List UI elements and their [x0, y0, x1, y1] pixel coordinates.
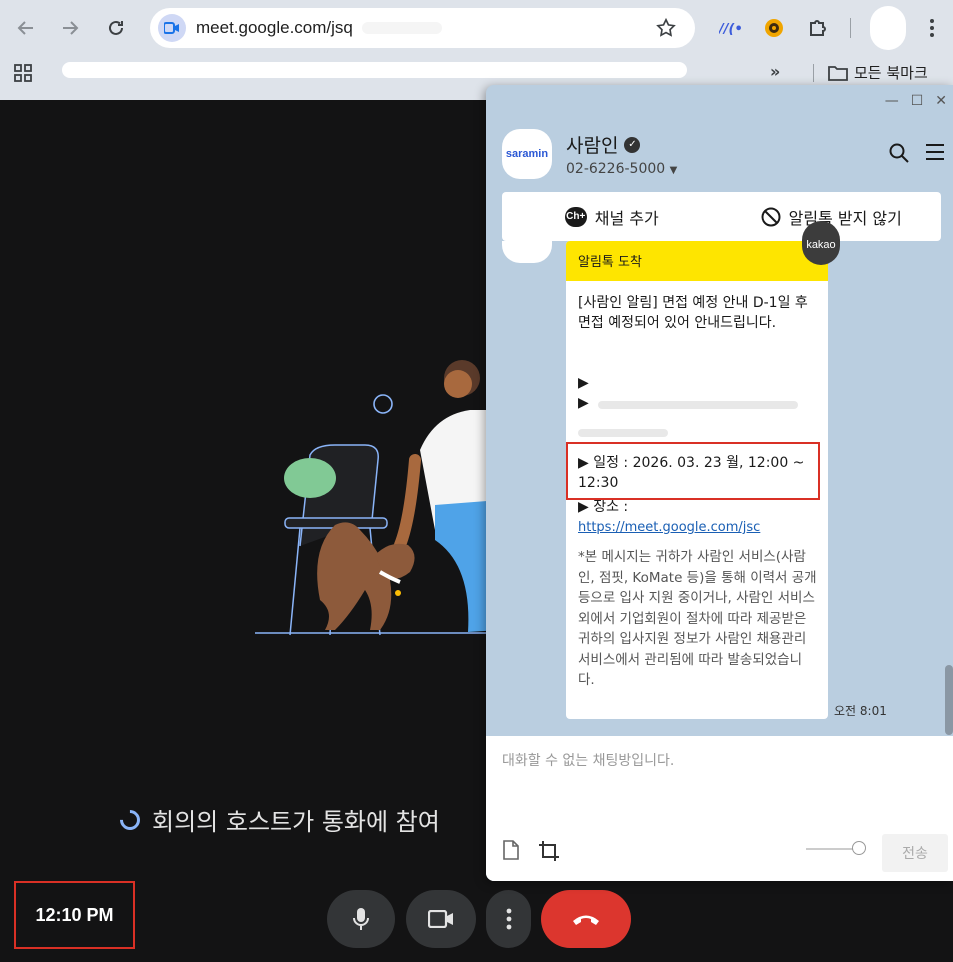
- bookmarks-redaction: [62, 62, 687, 78]
- forward-button[interactable]: [56, 14, 84, 42]
- bookmarks-separator: [813, 64, 814, 82]
- close-icon[interactable]: ✕: [935, 93, 947, 109]
- extension-gear-icon[interactable]: [760, 14, 788, 42]
- file-attach-icon[interactable]: [502, 840, 520, 866]
- toolbar-separator: [850, 18, 851, 38]
- schedule-highlight-box: [566, 442, 820, 500]
- bullet-line-1: ▶: [578, 375, 589, 391]
- loading-spinner-icon: [115, 805, 145, 834]
- waiting-text: 회의의 호스트가 통화에 참여: [152, 808, 440, 836]
- all-bookmarks-label: 모든 북마크: [854, 64, 928, 82]
- kakao-badge: kakao: [802, 221, 840, 265]
- send-button[interactable]: 전송: [882, 834, 948, 872]
- apps-grid-icon[interactable]: [14, 64, 32, 86]
- reload-icon: [109, 20, 123, 35]
- transparency-slider-knob[interactable]: [852, 841, 866, 855]
- back-button[interactable]: [12, 14, 40, 42]
- all-bookmarks-folder[interactable]: 모든 북마크: [828, 62, 928, 83]
- waiting-illustration: [255, 360, 500, 636]
- camera-icon: [428, 910, 453, 928]
- compose-tools: [502, 840, 560, 866]
- reload-button[interactable]: [102, 14, 130, 42]
- add-channel-label: 채널 추가: [594, 208, 659, 228]
- channel-action-bar: Ch+ 채널 추가 알림톡 받지 않기: [502, 192, 941, 241]
- url-redaction: [362, 22, 442, 34]
- meet-link[interactable]: https://meet.google.com/jsc: [578, 520, 760, 535]
- header-actions: [889, 143, 945, 167]
- leave-call-button[interactable]: [541, 890, 631, 948]
- channel-name: 사람인: [566, 135, 619, 157]
- address-bar[interactable]: meet.google.com/jsq: [150, 8, 695, 48]
- chevron-down-icon: ▼: [669, 165, 678, 176]
- microphone-button[interactable]: [327, 890, 395, 948]
- hang-up-icon: [573, 915, 599, 925]
- crop-capture-icon[interactable]: [538, 840, 560, 866]
- svg-text://(•): //(•): [719, 22, 741, 37]
- bookmark-star-icon[interactable]: [655, 17, 677, 43]
- verified-check-icon: ✓: [624, 136, 641, 153]
- url-text: meet.google.com/jsq: [196, 18, 353, 37]
- message-header-text: 알림톡 도착: [578, 255, 642, 270]
- extensions-puzzle-icon[interactable]: [804, 14, 832, 42]
- prohibited-icon: [761, 207, 781, 226]
- bookmarks-overflow-button[interactable]: »: [770, 62, 780, 81]
- more-options-button[interactable]: [486, 890, 531, 948]
- microphone-icon: [353, 908, 369, 930]
- channel-phone[interactable]: 02-6226-5000 ▼: [566, 161, 677, 177]
- channel-title: 사람인 ✓: [566, 131, 641, 158]
- kakaotalk-window: — ☐ ✕ saramin 사람인 ✓ 02-6226-5000 ▼ Ch+ 채…: [486, 85, 953, 881]
- maximize-icon[interactable]: ☐: [911, 93, 924, 109]
- message-body: [사람인 알림] 면접 예정 안내 D-1일 후 면접 예정되어 있어 안내드립…: [578, 295, 808, 331]
- redacted-line: [578, 429, 668, 437]
- message-time: 오전 8:01: [834, 704, 887, 718]
- folder-icon: [828, 65, 848, 81]
- forward-arrow-icon: [63, 21, 79, 35]
- redacted-line: [598, 401, 798, 409]
- place-line: ▶ 장소 : https://meet.google.com/jsc: [578, 497, 818, 538]
- sender-avatar[interactable]: [502, 241, 552, 263]
- channel-phone-text: 02-6226-5000: [566, 161, 666, 177]
- camera-button[interactable]: [406, 890, 476, 948]
- place-label: ▶ 장소 :: [578, 499, 629, 515]
- compose-placeholder: 대화할 수 없는 채팅방입니다.: [502, 753, 675, 769]
- message-header: 알림톡 도착: [566, 241, 828, 281]
- meet-site-icon: [158, 14, 186, 42]
- channel-plus-icon: Ch+: [564, 206, 587, 227]
- chat-scrollbar[interactable]: [945, 665, 953, 735]
- minimize-icon[interactable]: —: [885, 93, 899, 109]
- extension-icon[interactable]: //(•): [716, 14, 744, 42]
- add-channel-button[interactable]: Ch+ 채널 추가: [502, 205, 722, 229]
- block-alimtalk-label: 알림톡 받지 않기: [788, 208, 902, 228]
- compose-area: 대화할 수 없는 채팅방입니다. 전송: [486, 736, 953, 881]
- channel-logo[interactable]: saramin: [502, 129, 552, 179]
- menu-dots-icon[interactable]: [918, 14, 946, 42]
- window-controls: — ☐ ✕: [885, 93, 947, 109]
- disclaimer-note: *본 메시지는 귀하가 사람인 서비스(사람인, 점핏, KoMate 등)을 …: [578, 549, 817, 688]
- search-icon[interactable]: [889, 143, 909, 167]
- more-vertical-icon: [506, 908, 511, 930]
- waiting-status: 회의의 호스트가 통화에 참여: [115, 802, 440, 837]
- meet-clock: 12:10 PM: [14, 881, 135, 949]
- profile-avatar[interactable]: [870, 6, 906, 50]
- back-arrow-icon: [17, 21, 33, 35]
- hamburger-menu-icon[interactable]: [925, 143, 945, 167]
